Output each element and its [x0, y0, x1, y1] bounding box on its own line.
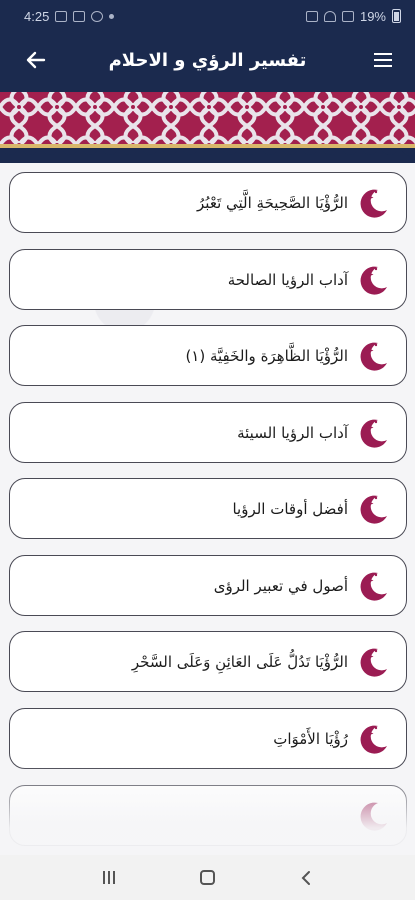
crescent-moon-icon	[360, 189, 387, 218]
list-item[interactable]: رُؤْيَا الأَمْوَاتِ	[9, 708, 407, 769]
arrow-left-icon	[26, 51, 46, 69]
whatsapp-notification-icon	[91, 10, 104, 22]
hamburger-menu-icon	[374, 51, 392, 69]
list-item-label: أفضل أوقات الرؤيا	[232, 499, 348, 518]
crescent-moon-icon	[360, 342, 387, 371]
home-icon	[199, 870, 215, 885]
list-item-label: الرُّؤْيَا الظَّاهِرَة والخَفِيَّة (١)	[185, 346, 348, 365]
more-notifications-icon	[109, 13, 115, 19]
list-item[interactable]: أصول في تعبير الرؤى	[9, 555, 407, 616]
topics-list: الرُّؤْيَا الصَّحِيحَةِ الَّتِي تَعْبُرُ…	[0, 163, 415, 855]
home-button[interactable]	[187, 863, 227, 893]
list-item[interactable]	[9, 785, 407, 846]
battery-percent: 19%	[359, 8, 386, 24]
page-title: تفسير الرؤي و الاحلام	[108, 49, 307, 71]
list-item[interactable]: الرُّؤْيَا الصَّحِيحَةِ الَّتِي تَعْبُرُ	[9, 172, 407, 233]
list-item[interactable]: أفضل أوقات الرؤيا	[9, 478, 407, 539]
crescent-moon-icon	[360, 419, 387, 448]
battery-icon	[392, 9, 401, 23]
list-item-label: الرُّؤْيَا تَدُلُّ عَلَى العَائِنِ وَعَل…	[131, 652, 348, 671]
crescent-moon-icon	[360, 725, 387, 754]
recent-apps-icon	[103, 871, 116, 884]
mute-icon	[305, 10, 318, 22]
crescent-moon-icon	[360, 266, 387, 295]
list-item-label: أصول في تعبير الرؤى	[213, 576, 348, 595]
status-left: 4:25	[24, 8, 115, 24]
system-nav-bar	[0, 855, 415, 900]
recent-apps-button[interactable]	[89, 863, 129, 893]
crescent-moon-icon	[360, 802, 387, 831]
list-item[interactable]: آداب الرؤيا السيئة	[9, 402, 407, 463]
list-item[interactable]: الرُّؤْيَا تَدُلُّ عَلَى العَائِنِ وَعَل…	[9, 631, 407, 692]
system-back-button[interactable]	[286, 863, 326, 893]
status-right: 19%	[305, 8, 401, 24]
list-item-label: آداب الرؤيا السيئة	[237, 423, 348, 442]
back-button[interactable]	[20, 44, 52, 76]
list-item[interactable]: آداب الرؤيا الصالحة	[9, 249, 407, 310]
decorative-banner	[0, 88, 415, 163]
message-notification-icon	[73, 10, 86, 22]
chevron-left-icon	[301, 870, 310, 885]
gallery-notification-icon	[55, 10, 68, 22]
crescent-moon-icon	[360, 648, 387, 677]
list-item-label: آداب الرؤيا الصالحة	[227, 270, 348, 289]
app-bar: تفسير الرؤي و الاحلام	[0, 32, 415, 88]
status-time: 4:25	[24, 8, 50, 24]
crescent-moon-icon	[360, 572, 387, 601]
crescent-moon-icon	[360, 495, 387, 524]
list-item[interactable]: الرُّؤْيَا الظَّاهِرَة والخَفِيَّة (١)	[9, 325, 407, 386]
menu-button[interactable]	[367, 44, 399, 76]
wifi-icon	[323, 10, 336, 22]
status-bar: 4:25 19%	[0, 0, 415, 32]
signal-icon	[341, 10, 354, 22]
list-item-label: الرُّؤْيَا الصَّحِيحَةِ الَّتِي تَعْبُرُ	[197, 193, 348, 212]
list-item-label: رُؤْيَا الأَمْوَاتِ	[273, 729, 348, 748]
